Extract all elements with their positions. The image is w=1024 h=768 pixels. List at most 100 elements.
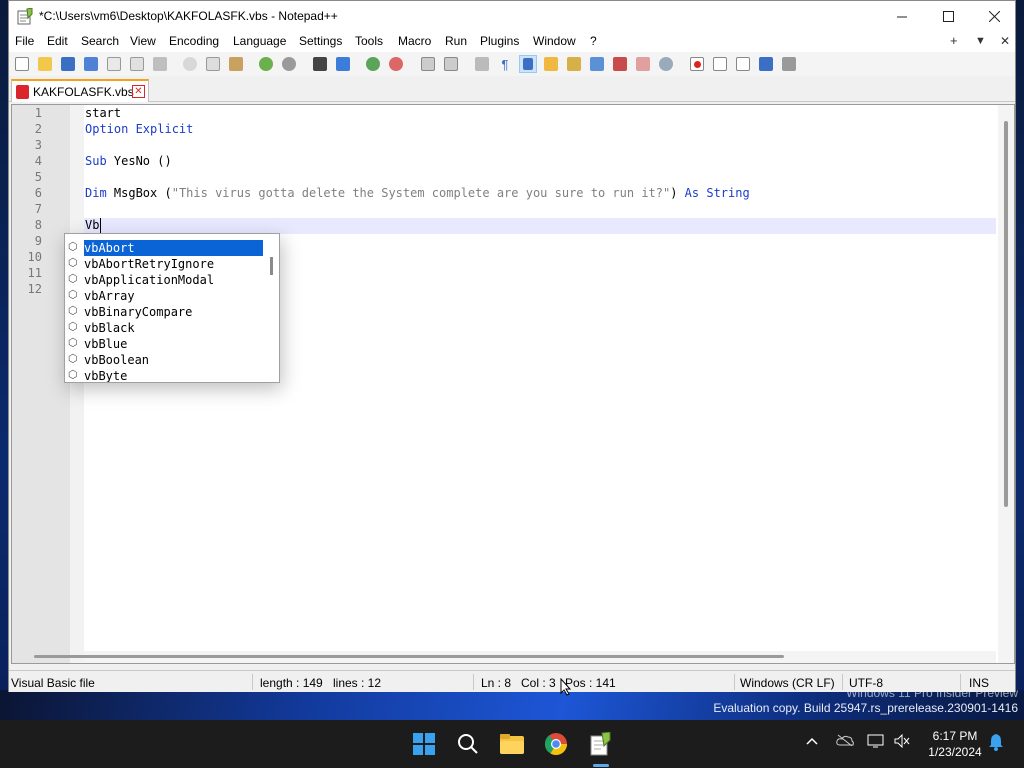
status-eol: Windows (CR LF) <box>740 676 835 690</box>
autocomplete-item[interactable]: ⬡ vbBlue <box>67 336 263 352</box>
code-line-2: Option Explicit <box>85 122 193 136</box>
code-text: start <box>85 106 122 120</box>
sync-vertical-button[interactable] <box>419 55 437 73</box>
autocomplete-popup[interactable]: ⬡ vbAbort ⬡ vbAbortRetryIgnore ⬡ vbApplicat… <box>64 233 280 383</box>
monitoring-button[interactable] <box>657 55 675 73</box>
code-editor[interactable]: 1 2 3 4 5 6 7 8 9 10 11 12 start Option … <box>11 104 1015 664</box>
volume-muted-icon[interactable] <box>894 733 910 751</box>
macro-run-multiple-button[interactable] <box>757 55 775 73</box>
menu-search[interactable]: Search <box>81 34 119 48</box>
close-doc-icon[interactable]: ✕ <box>1000 34 1010 48</box>
code-line-4: Sub YesNo () <box>85 154 172 168</box>
autocomplete-item-label: vbBlack <box>84 321 135 335</box>
zoom-in-button[interactable] <box>364 55 382 73</box>
menu-run[interactable]: Run <box>445 34 467 48</box>
udl-button[interactable] <box>542 55 560 73</box>
autocomplete-item-label: vbByte <box>84 369 128 382</box>
menu-tools[interactable]: Tools <box>355 34 383 48</box>
undo-button[interactable] <box>257 55 275 73</box>
system-clock[interactable]: 6:17 PM 1/23/2024 <box>918 728 992 760</box>
macro-record-button[interactable] <box>688 55 706 73</box>
vertical-scroll-thumb[interactable] <box>1004 121 1008 507</box>
show-hidden-icons-chevron-icon[interactable] <box>806 734 818 749</box>
doc-list-button[interactable] <box>588 55 606 73</box>
copy-button[interactable] <box>204 55 222 73</box>
folder-workspace-button[interactable] <box>634 55 652 73</box>
start-button[interactable] <box>408 728 440 760</box>
cut-button[interactable] <box>181 55 199 73</box>
notification-bell-icon[interactable] <box>988 733 1004 754</box>
macro-play-button[interactable] <box>734 55 752 73</box>
tab-list-down-icon[interactable]: ▼ <box>975 35 986 47</box>
menu-help[interactable]: ? <box>590 34 597 48</box>
autocomplete-item[interactable]: ⬡ vbArray <box>67 288 263 304</box>
network-icon[interactable] <box>867 734 885 751</box>
cube-icon: ⬡ <box>68 288 78 301</box>
horizontal-scroll-thumb[interactable] <box>34 655 784 658</box>
print-button[interactable] <box>151 55 169 73</box>
title-bar[interactable]: *C:\Users\vm6\Desktop\KAKFOLASFK.vbs - N… <box>9 1 1015 32</box>
chrome-icon <box>545 733 567 755</box>
menu-encoding[interactable]: Encoding <box>169 34 219 48</box>
autocomplete-item[interactable]: ⬡ vbAbort <box>67 240 263 256</box>
menu-macro[interactable]: Macro <box>398 34 431 48</box>
macro-stop-button[interactable] <box>711 55 729 73</box>
function-list-icon <box>613 57 627 71</box>
find-button[interactable] <box>311 55 329 73</box>
open-file-button[interactable] <box>36 55 54 73</box>
vertical-scrollbar[interactable] <box>998 105 1014 663</box>
status-bar: Visual Basic file length : 149 lines : 1… <box>9 670 1015 692</box>
search-button[interactable] <box>452 728 484 760</box>
new-file-icon <box>15 57 29 71</box>
menu-language[interactable]: Language <box>233 34 286 48</box>
autocomplete-item[interactable]: ⬡ vbBinaryCompare <box>67 304 263 320</box>
onedrive-offline-icon[interactable] <box>836 734 854 749</box>
paste-button[interactable] <box>227 55 245 73</box>
menu-plugins[interactable]: Plugins <box>480 34 519 48</box>
indent-guide-button[interactable] <box>519 55 537 73</box>
function-list-button[interactable] <box>611 55 629 73</box>
new-tab-plus-icon[interactable]: + <box>950 33 958 48</box>
word-wrap-button[interactable] <box>473 55 491 73</box>
autocomplete-item[interactable]: ⬡ vbBoolean <box>67 352 263 368</box>
menu-file[interactable]: File <box>15 34 34 48</box>
macro-save-button[interactable] <box>780 55 798 73</box>
toolbar: ¶ <box>9 52 1015 76</box>
word-wrap-icon <box>475 57 489 71</box>
status-col: Col : 3 <box>521 676 556 690</box>
autocomplete-scrollbar[interactable] <box>264 235 278 381</box>
print-icon <box>153 57 167 71</box>
autocomplete-scroll-thumb[interactable] <box>270 257 273 275</box>
menu-view[interactable]: View <box>130 34 156 48</box>
menu-window[interactable]: Window <box>533 34 576 48</box>
redo-button[interactable] <box>280 55 298 73</box>
cube-icon: ⬡ <box>68 256 78 269</box>
new-file-button[interactable] <box>13 55 31 73</box>
horizontal-scrollbar[interactable] <box>34 651 996 663</box>
show-all-chars-button[interactable]: ¶ <box>496 55 514 73</box>
close-button[interactable] <box>971 1 1017 32</box>
menu-edit[interactable]: Edit <box>47 34 68 48</box>
tab-kakfolasfk[interactable]: KAKFOLASFK.vbs ✕ <box>11 79 149 102</box>
cube-icon: ⬡ <box>68 240 78 253</box>
replace-button[interactable] <box>334 55 352 73</box>
save-all-button[interactable] <box>82 55 100 73</box>
minimize-button[interactable] <box>879 1 925 32</box>
chrome-button[interactable] <box>540 728 572 760</box>
save-button[interactable] <box>59 55 77 73</box>
notepadpp-taskbar-button[interactable] <box>584 728 616 760</box>
file-explorer-button[interactable] <box>496 728 528 760</box>
menu-settings[interactable]: Settings <box>299 34 342 48</box>
maximize-button[interactable] <box>925 1 971 32</box>
close-all-button[interactable] <box>128 55 146 73</box>
autocomplete-item[interactable]: ⬡ vbBlack <box>67 320 263 336</box>
autocomplete-item[interactable]: ⬡ vbAbortRetryIgnore <box>67 256 263 272</box>
close-file-button[interactable] <box>105 55 123 73</box>
tab-close-icon[interactable]: ✕ <box>132 85 145 98</box>
code-text: ) <box>670 186 685 200</box>
autocomplete-item[interactable]: ⬡ vbApplicationModal <box>67 272 263 288</box>
doc-map-button[interactable] <box>565 55 583 73</box>
sync-horizontal-button[interactable] <box>442 55 460 73</box>
zoom-out-button[interactable] <box>387 55 405 73</box>
autocomplete-item[interactable]: ⬡ vbByte <box>67 368 263 383</box>
